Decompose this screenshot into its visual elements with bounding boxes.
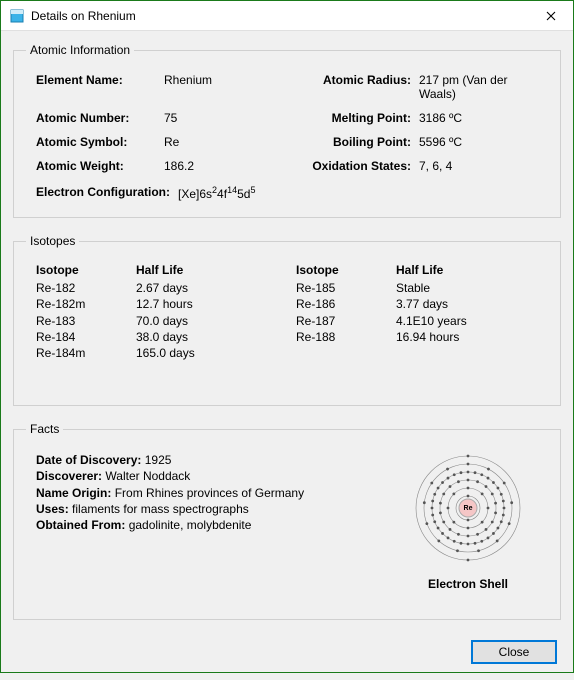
- electron-shell-diagram: Re Electron Shell: [388, 448, 538, 591]
- label-element-name: Element Name:: [36, 73, 156, 101]
- halflife-header: Half Life: [396, 262, 516, 280]
- close-icon[interactable]: [528, 1, 573, 31]
- label-name-origin: Name Origin:: [36, 486, 111, 500]
- isotope-name: [296, 345, 396, 361]
- value-atomic-number: 75: [164, 111, 283, 125]
- isotope-halflife: 4.1E10 years: [396, 313, 516, 329]
- label-atomic-weight: Atomic Weight:: [36, 159, 156, 173]
- label-electron-config: Electron Configuration:: [36, 185, 170, 201]
- atomic-information-group: Atomic Information Element Name: Rhenium…: [13, 43, 561, 218]
- value-atomic-weight: 186.2: [164, 159, 283, 173]
- label-oxidation-states: Oxidation States:: [291, 159, 411, 173]
- isotope-name: Re-184m: [36, 345, 136, 361]
- titlebar: Details on Rhenium: [1, 1, 573, 31]
- isotope-name: Re-188: [296, 329, 396, 345]
- label-obtained: Obtained From:: [36, 518, 125, 532]
- isotope-header: Isotope: [296, 262, 396, 280]
- window-title: Details on Rhenium: [31, 9, 528, 23]
- value-element-name: Rhenium: [164, 73, 283, 101]
- value-obtained: gadolinite, molybdenite: [129, 518, 252, 532]
- isotope-name: Re-183: [36, 313, 136, 329]
- isotopes-group: Isotopes Isotope Half Life Isotope Half …: [13, 234, 561, 406]
- value-melting-point: 3186 ºC: [419, 111, 538, 125]
- value-name-origin: From Rhines provinces of Germany: [115, 486, 304, 500]
- value-oxidation-states: 7, 6, 4: [419, 159, 538, 173]
- isotope-halflife: [396, 345, 516, 361]
- value-uses: filaments for mass spectrographs: [72, 502, 249, 516]
- content: Atomic Information Element Name: Rhenium…: [1, 31, 573, 672]
- isotopes-legend: Isotopes: [26, 234, 79, 248]
- value-discoverer: Walter Noddack: [105, 469, 190, 483]
- label-discoverer: Discoverer:: [36, 469, 102, 483]
- isotope-header: Isotope: [36, 262, 136, 280]
- isotope-halflife: 16.94 hours: [396, 329, 516, 345]
- label-atomic-number: Atomic Number:: [36, 111, 156, 125]
- app-icon: [9, 8, 25, 24]
- isotope-halflife: 38.0 days: [136, 329, 256, 345]
- isotope-halflife: 70.0 days: [136, 313, 256, 329]
- label-boiling-point: Boiling Point:: [291, 135, 411, 149]
- value-discovery: 1925: [145, 453, 172, 467]
- label-atomic-radius: Atomic Radius:: [291, 73, 411, 101]
- isotope-halflife: 3.77 days: [396, 296, 516, 312]
- close-button[interactable]: Close: [471, 640, 557, 664]
- isotope-halflife: 165.0 days: [136, 345, 256, 361]
- isotope-name: Re-185: [296, 280, 396, 296]
- label-uses: Uses:: [36, 502, 69, 516]
- label-atomic-symbol: Atomic Symbol:: [36, 135, 156, 149]
- isotope-name: Re-182: [36, 280, 136, 296]
- halflife-header: Half Life: [136, 262, 256, 280]
- value-boiling-point: 5596 ºC: [419, 135, 538, 149]
- isotope-name: Re-187: [296, 313, 396, 329]
- value-atomic-radius: 217 pm (Van der Waals): [419, 73, 538, 101]
- value-electron-config: [Xe]6s24f145d5: [178, 185, 255, 201]
- svg-text:Re: Re: [464, 505, 473, 512]
- label-melting-point: Melting Point:: [291, 111, 411, 125]
- isotope-halflife: 12.7 hours: [136, 296, 256, 312]
- facts-text: Date of Discovery: 1925 Discoverer: Walt…: [36, 448, 388, 591]
- isotope-name: Re-182m: [36, 296, 136, 312]
- isotope-name: Re-186: [296, 296, 396, 312]
- isotope-name: Re-184: [36, 329, 136, 345]
- isotope-halflife: Stable: [396, 280, 516, 296]
- isotope-halflife: 2.67 days: [136, 280, 256, 296]
- electron-shell-caption: Electron Shell: [398, 577, 538, 591]
- facts-group: Facts Date of Discovery: 1925 Discoverer…: [13, 422, 561, 620]
- atomic-legend: Atomic Information: [26, 43, 134, 57]
- label-discovery: Date of Discovery:: [36, 453, 141, 467]
- value-atomic-symbol: Re: [164, 135, 283, 149]
- facts-legend: Facts: [26, 422, 63, 436]
